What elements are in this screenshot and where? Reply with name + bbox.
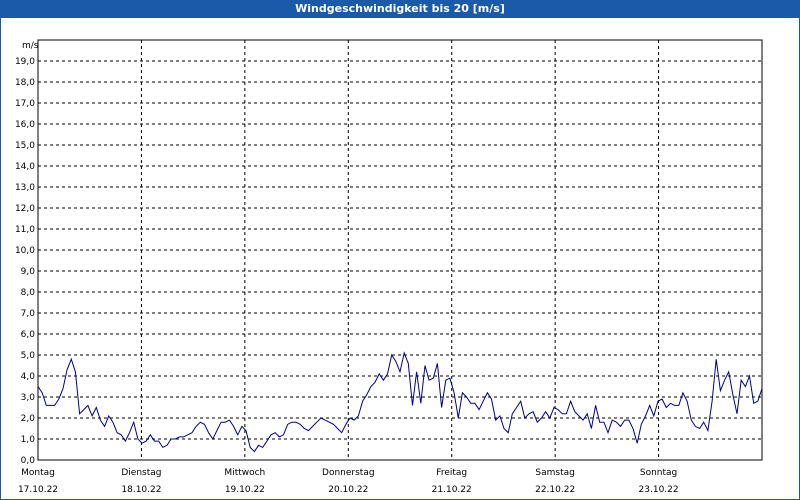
x-tick-day-label: Mittwoch: [224, 468, 265, 478]
y-tick-label: 5,0: [21, 351, 36, 361]
x-tick-date-label: 20.10.22: [328, 485, 368, 495]
y-tick-label: 14,0: [15, 162, 35, 172]
y-tick-label: 0,0: [21, 456, 36, 466]
y-tick-label: 19,0: [15, 57, 35, 67]
y-tick-label: 16,0: [15, 120, 35, 130]
y-tick-label: 6,0: [21, 330, 36, 340]
y-tick-label: 3,0: [21, 393, 36, 403]
y-tick-label: 7,0: [21, 309, 36, 319]
x-tick-date-label: 21.10.22: [432, 485, 472, 495]
y-tick-label: 11,0: [15, 225, 35, 235]
y-tick-label: 12,0: [15, 204, 35, 214]
x-axis-ticks: Montag 17.10.22 Dienstag 18.10.22 Mittwoch 19…: [18, 468, 679, 495]
wind-speed-chart: m/s 0,0 1,0 2,0 3,0 4,0 5,0 6,0 7,0 8,0 9,0 10,0 11…: [15, 39, 763, 495]
x-tick-day-label: Dienstag: [121, 468, 161, 478]
y-tick-label: 15,0: [15, 141, 35, 151]
x-tick-date-label: 19.10.22: [225, 485, 265, 495]
x-tick-date-label: 18.10.22: [121, 485, 161, 495]
grid: [38, 40, 762, 460]
y-tick-label: 2,0: [21, 414, 36, 424]
y-tick-label: 18,0: [15, 78, 35, 88]
x-tick-day-label: Samstag: [535, 468, 574, 478]
x-tick-date-label: 23.10.22: [639, 485, 679, 495]
y-tick-label: 8,0: [21, 288, 36, 298]
y-tick-label: 17,0: [15, 99, 35, 109]
x-tick-day-label: Montag: [21, 468, 55, 478]
y-axis-ticks: 0,0 1,0 2,0 3,0 4,0 5,0 6,0 7,0 8,0 9,0 10,0 11,0 12…: [15, 57, 35, 466]
wind-speed-line: [37, 351, 763, 453]
x-tick-date-label: 17.10.22: [18, 485, 58, 495]
x-tick-day-label: Sonntag: [640, 468, 677, 478]
y-tick-label: 13,0: [15, 183, 35, 193]
y-axis-unit-label: m/s: [22, 41, 39, 51]
y-tick-label: 9,0: [21, 267, 36, 277]
y-tick-label: 10,0: [15, 246, 35, 256]
x-tick-day-label: Donnerstag: [322, 468, 375, 478]
y-tick-label: 4,0: [21, 372, 36, 382]
x-tick-date-label: 22.10.22: [535, 485, 575, 495]
x-tick-day-label: Freitag: [436, 468, 467, 478]
y-tick-label: 1,0: [21, 435, 36, 445]
